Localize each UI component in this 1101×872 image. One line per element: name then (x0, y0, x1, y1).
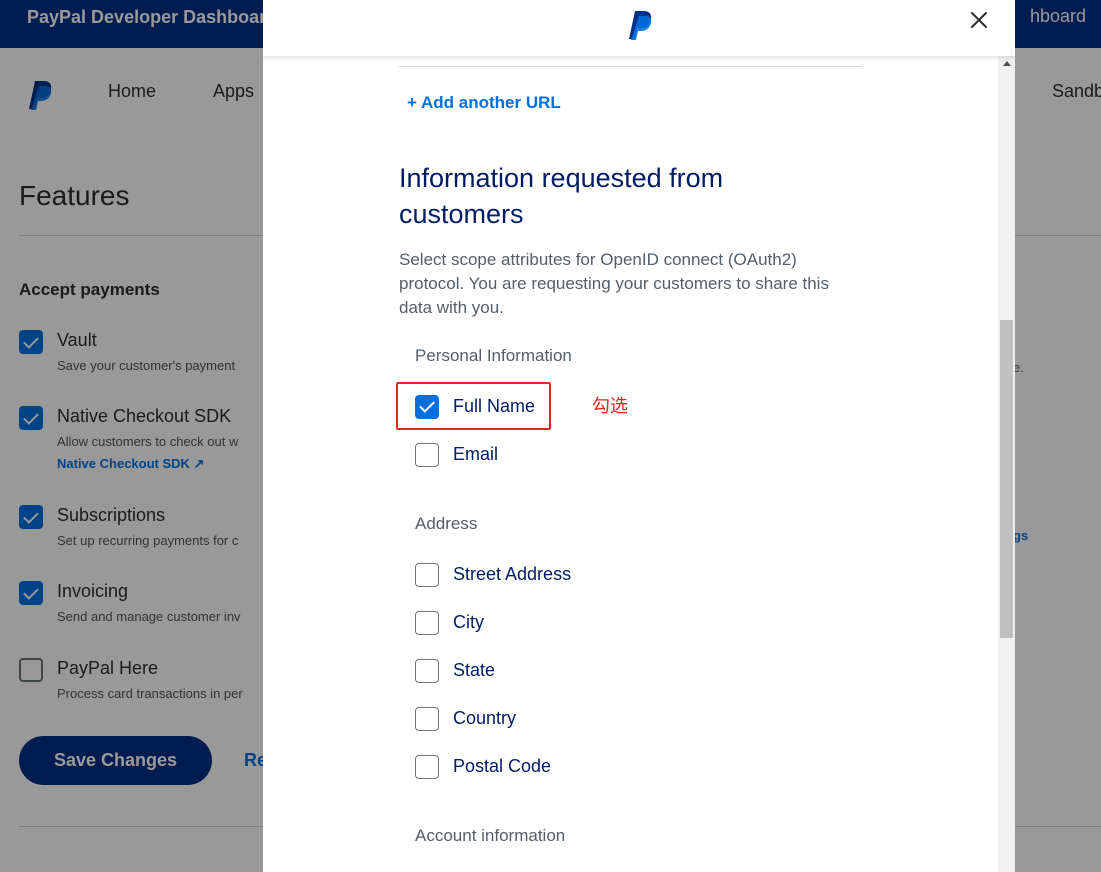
modal-scrollbar[interactable] (998, 56, 1015, 872)
email-checkbox[interactable] (415, 443, 439, 467)
close-icon[interactable] (967, 8, 991, 32)
add-another-url-link[interactable]: + Add another URL (407, 93, 561, 113)
section-heading: Information requested from customers (399, 163, 724, 229)
option-label: Email (453, 444, 499, 464)
street-address-checkbox[interactable] (415, 563, 439, 587)
scroll-thumb[interactable] (1000, 320, 1013, 638)
modal-header (263, 0, 1015, 56)
state-checkbox[interactable] (415, 659, 439, 683)
option-label: Street Address (453, 564, 572, 584)
scopes-modal: + Add another URL Information requested … (263, 0, 1015, 872)
annotation-highlight-box (396, 382, 551, 430)
option-label: Country (453, 708, 517, 728)
country-checkbox[interactable] (415, 707, 439, 731)
annotation-text: 勾选 (592, 396, 628, 417)
option-label: Postal Code (453, 756, 552, 776)
group-label-address: Address (415, 514, 478, 533)
divider (399, 66, 862, 67)
city-checkbox[interactable] (415, 611, 439, 635)
group-label-account: Account information (415, 826, 566, 845)
option-label: City (453, 612, 484, 632)
paypal-logo-icon (627, 10, 653, 45)
section-description: Select scope attributes for OpenID conne… (399, 250, 829, 317)
scroll-up-arrow-icon[interactable] (1003, 61, 1011, 66)
group-label-personal: Personal Information (415, 346, 572, 365)
postal-code-checkbox[interactable] (415, 755, 439, 779)
option-label: State (453, 660, 496, 680)
